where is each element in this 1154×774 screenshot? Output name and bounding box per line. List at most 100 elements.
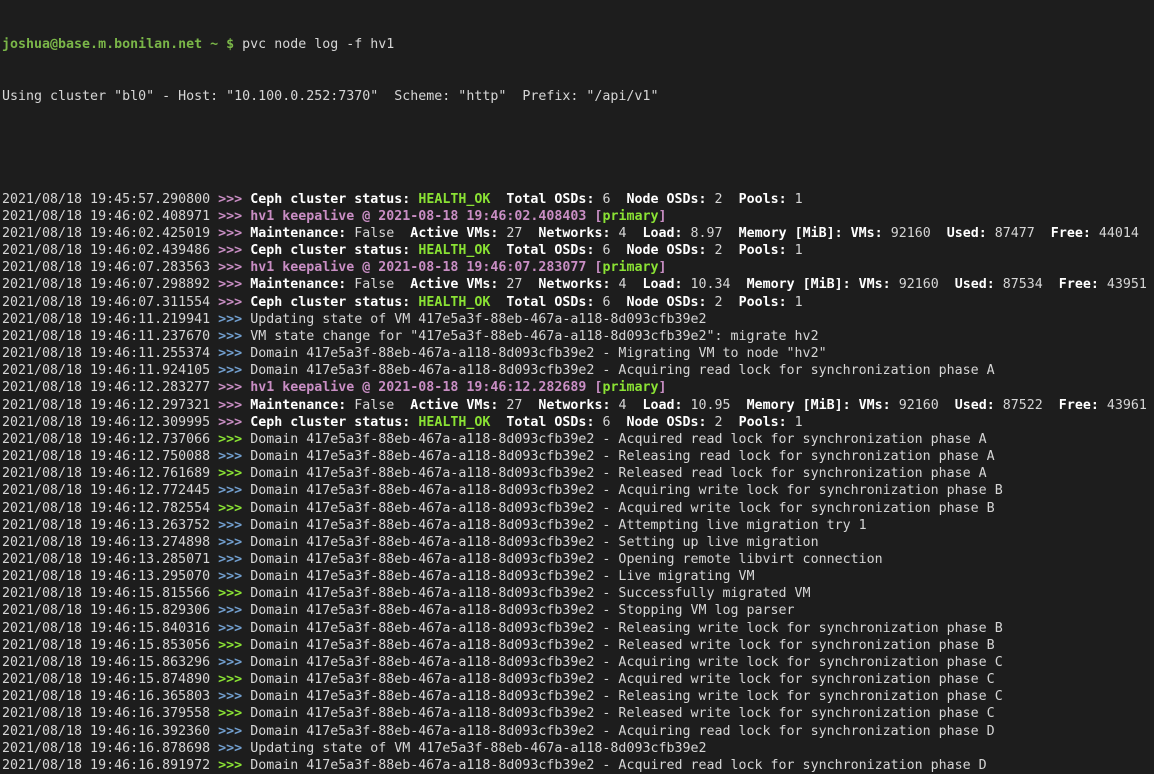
log-timestamp: 2021/08/18 19:46:13.285071 <box>2 552 218 567</box>
log-segment: Used: <box>939 277 1003 292</box>
log-segment: Domain 417e5a3f-88eb-467a-a118-8d093cfb3… <box>250 346 826 361</box>
log-line: 2021/08/18 19:46:12.297321 >>> Maintenan… <box>2 397 1154 414</box>
log-arrow-icon: >>> <box>218 363 250 378</box>
log-segment: 2 <box>715 415 723 430</box>
log-line: 2021/08/18 19:46:15.829306 >>> Domain 41… <box>2 602 1154 619</box>
log-segment: HEALTH_OK <box>418 295 490 310</box>
log-segment: Domain 417e5a3f-88eb-467a-a118-8d093cfb3… <box>250 724 995 739</box>
log-segment: Total OSDs: <box>490 243 602 258</box>
log-segment: hv1 keepalive @ 2021-08-18 19:46:02.4084… <box>250 209 602 224</box>
log-timestamp: 2021/08/18 19:46:16.891972 <box>2 758 218 773</box>
log-segment: Networks: <box>522 226 618 241</box>
log-segment: 2 <box>715 295 723 310</box>
blank-line <box>2 139 1154 156</box>
log-segment: Node OSDs: <box>610 243 714 258</box>
log-timestamp: 2021/08/18 19:46:15.840316 <box>2 621 218 636</box>
log-output: 2021/08/18 19:45:57.290800 >>> Ceph clus… <box>2 191 1154 774</box>
log-timestamp: 2021/08/18 19:46:15.815566 <box>2 586 218 601</box>
log-timestamp: 2021/08/18 19:46:16.379558 <box>2 706 218 721</box>
log-line: 2021/08/18 19:46:02.408971 >>> hv1 keepa… <box>2 208 1154 225</box>
log-line: 2021/08/18 19:46:15.840316 >>> Domain 41… <box>2 620 1154 637</box>
log-segment: Domain 417e5a3f-88eb-467a-a118-8d093cfb3… <box>250 758 987 773</box>
log-segment: Load: <box>626 398 690 413</box>
log-segment: Domain 417e5a3f-88eb-467a-a118-8d093cfb3… <box>250 535 818 550</box>
log-timestamp: 2021/08/18 19:46:12.309995 <box>2 415 218 430</box>
log-arrow-icon: >>> <box>218 415 250 430</box>
log-arrow-icon: >>> <box>218 501 250 516</box>
log-line: 2021/08/18 19:46:12.772445 >>> Domain 41… <box>2 482 1154 499</box>
log-arrow-icon: >>> <box>218 466 250 481</box>
log-arrow-icon: >>> <box>218 483 250 498</box>
log-segment: Ceph cluster status: <box>250 295 418 310</box>
log-segment: Node OSDs: <box>610 415 714 430</box>
log-segment: Maintenance: <box>250 226 354 241</box>
log-arrow-icon: >>> <box>218 689 250 704</box>
log-line: 2021/08/18 19:46:15.853056 >>> Domain 41… <box>2 637 1154 654</box>
log-segment: Networks: <box>522 277 618 292</box>
log-segment: Active VMs: <box>394 226 506 241</box>
log-line: 2021/08/18 19:46:13.263752 >>> Domain 41… <box>2 517 1154 534</box>
log-segment: ] <box>658 260 666 275</box>
log-line: 2021/08/18 19:46:13.295070 >>> Domain 41… <box>2 568 1154 585</box>
log-timestamp: 2021/08/18 19:46:12.283277 <box>2 380 218 395</box>
log-segment: Used: <box>939 398 1003 413</box>
log-timestamp: 2021/08/18 19:46:13.263752 <box>2 518 218 533</box>
log-line: 2021/08/18 19:46:16.878698 >>> Updating … <box>2 740 1154 757</box>
log-timestamp: 2021/08/18 19:46:15.829306 <box>2 603 218 618</box>
log-timestamp: 2021/08/18 19:46:12.297321 <box>2 398 218 413</box>
log-segment: Active VMs: <box>394 398 506 413</box>
log-segment: Pools: <box>723 192 795 207</box>
log-arrow-icon: >>> <box>218 758 250 773</box>
log-segment: Domain 417e5a3f-88eb-467a-a118-8d093cfb3… <box>250 689 1003 704</box>
log-arrow-icon: >>> <box>218 586 250 601</box>
log-segment: HEALTH_OK <box>418 192 490 207</box>
log-segment: Domain 417e5a3f-88eb-467a-a118-8d093cfb3… <box>250 518 866 533</box>
log-timestamp: 2021/08/18 19:46:12.761689 <box>2 466 218 481</box>
log-arrow-icon: >>> <box>218 398 250 413</box>
log-timestamp: 2021/08/18 19:46:13.274898 <box>2 535 218 550</box>
log-segment: Domain 417e5a3f-88eb-467a-a118-8d093cfb3… <box>250 363 995 378</box>
log-arrow-icon: >>> <box>218 380 250 395</box>
log-line: 2021/08/18 19:46:07.311554 >>> Ceph clus… <box>2 294 1154 311</box>
log-segment: Free: <box>1043 398 1107 413</box>
log-segment: Maintenance: <box>250 277 354 292</box>
log-timestamp: 2021/08/18 19:46:12.782554 <box>2 501 218 516</box>
prompt-line: joshua@base.m.bonilan.net ~ $ pvc node l… <box>2 36 1154 53</box>
log-segment: Domain 417e5a3f-88eb-467a-a118-8d093cfb3… <box>250 655 1003 670</box>
log-timestamp: 2021/08/18 19:46:15.853056 <box>2 638 218 653</box>
log-arrow-icon: >>> <box>218 243 250 258</box>
log-timestamp: 2021/08/18 19:46:07.298892 <box>2 277 218 292</box>
log-timestamp: 2021/08/18 19:46:16.878698 <box>2 741 218 756</box>
log-segment: Memory [MiB]: VMs: <box>731 277 899 292</box>
log-segment: 1 <box>795 243 803 258</box>
log-segment: False <box>354 398 394 413</box>
log-line: 2021/08/18 19:46:16.365803 >>> Domain 41… <box>2 688 1154 705</box>
log-timestamp: 2021/08/18 19:46:02.439486 <box>2 243 218 258</box>
log-arrow-icon: >>> <box>218 226 250 241</box>
log-segment: 92160 <box>899 277 939 292</box>
log-line: 2021/08/18 19:46:12.737066 >>> Domain 41… <box>2 431 1154 448</box>
log-segment: Updating state of VM 417e5a3f-88eb-467a-… <box>250 741 706 756</box>
log-segment: 27 <box>506 398 522 413</box>
log-line: 2021/08/18 19:46:07.298892 >>> Maintenan… <box>2 276 1154 293</box>
log-line: 2021/08/18 19:46:12.283277 >>> hv1 keepa… <box>2 379 1154 396</box>
log-segment: Ceph cluster status: <box>250 415 418 430</box>
log-line: 2021/08/18 19:46:12.750088 >>> Domain 41… <box>2 448 1154 465</box>
log-segment: 8.97 <box>691 226 723 241</box>
log-line: 2021/08/18 19:46:15.863296 >>> Domain 41… <box>2 654 1154 671</box>
log-line: 2021/08/18 19:46:02.425019 >>> Maintenan… <box>2 225 1154 242</box>
log-segment: ] <box>658 209 666 224</box>
shell-prompt: joshua@base.m.bonilan.net ~ $ <box>2 37 242 52</box>
log-line: 2021/08/18 19:46:07.283563 >>> hv1 keepa… <box>2 259 1154 276</box>
cluster-info-line: Using cluster "bl0" - Host: "10.100.0.25… <box>2 88 1154 105</box>
log-segment: primary <box>602 260 658 275</box>
log-segment: False <box>354 226 394 241</box>
terminal-screen[interactable]: joshua@base.m.bonilan.net ~ $ pvc node l… <box>0 0 1154 774</box>
log-timestamp: 2021/08/18 19:46:11.237670 <box>2 329 218 344</box>
log-segment: Memory [MiB]: VMs: <box>731 398 899 413</box>
log-arrow-icon: >>> <box>218 706 250 721</box>
shell-command: pvc node log -f hv1 <box>242 37 394 52</box>
log-segment: 2 <box>715 192 723 207</box>
log-timestamp: 2021/08/18 19:46:12.737066 <box>2 432 218 447</box>
log-segment: Domain 417e5a3f-88eb-467a-a118-8d093cfb3… <box>250 569 754 584</box>
